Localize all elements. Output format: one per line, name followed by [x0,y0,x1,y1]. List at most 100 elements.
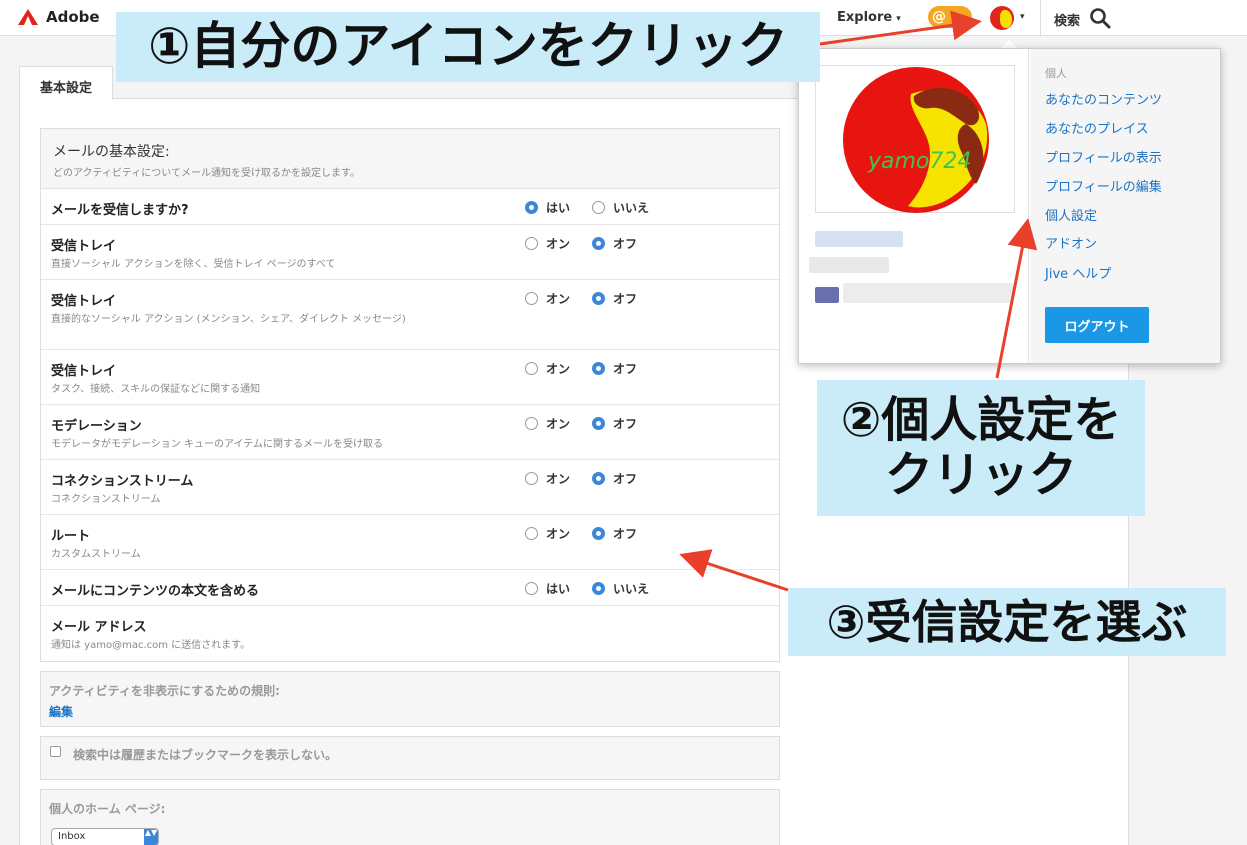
option-label: オフ [613,472,638,486]
option-on[interactable]: オン [525,415,570,432]
radio-button[interactable] [592,292,605,305]
setting-row-route: ルート カスタムストリーム オン オフ [41,515,779,570]
explore-menu[interactable]: Explore ▾ [837,10,901,25]
menu-item-your-places[interactable]: あなたのプレイス [1045,118,1149,137]
hide-rules-box: アクティビティを非表示にするための規則: 編集 [40,671,780,727]
setting-label: モデレーション [51,419,142,434]
option-off[interactable]: オフ [592,290,637,307]
history-checkbox[interactable] [50,746,61,757]
blurred-icon [815,287,839,303]
adobe-logo-icon [18,9,38,25]
option-off[interactable]: オフ [592,470,637,487]
home-page-box: 個人のホーム ページ: Inbox ▲▼ [40,789,780,845]
radio-button[interactable] [525,582,538,595]
blurred-name [815,231,903,247]
option-label: はい [546,582,571,596]
radio-button[interactable] [592,237,605,250]
radio-button[interactable] [525,292,538,305]
dropdown-section-label: 個人 [1045,67,1067,80]
search-label[interactable]: 検索 [1054,10,1080,29]
option-on[interactable]: オン [525,290,570,307]
setting-label: 受信トレイ [51,364,117,379]
option-no[interactable]: いいえ [592,199,649,216]
setting-description: 直接ソーシャル アクションを除く、受信トレイ ページのすべて [51,259,336,270]
option-label: オン [546,417,571,431]
option-on[interactable]: オン [525,235,570,252]
setting-row-moderation: モデレーション モデレータがモデレーション キューのアイテムに関するメールを受け… [41,405,779,460]
setting-label: 受信トレイ [51,239,117,254]
radio-button[interactable] [592,362,605,375]
menu-item-personal-settings[interactable]: 個人設定 [1045,205,1097,224]
chevron-down-icon: ▾ [896,14,901,24]
annotation-step-2-line-1: ②個人設定を [840,391,1122,448]
mail-settings-title: メールの基本設定: [53,144,170,160]
radio-button[interactable] [525,527,538,540]
setting-label: メールを受信しますか? [51,203,189,218]
radio-button[interactable] [592,417,605,430]
option-label: はい [546,201,571,215]
option-label: オフ [613,292,638,306]
profile-avatar[interactable]: yamo724 [815,65,1015,213]
radio-button[interactable] [525,417,538,430]
option-off[interactable]: オフ [592,525,637,542]
tab-basic-settings[interactable]: 基本設定 [19,66,113,100]
radio-button[interactable] [592,527,605,540]
user-avatar-button[interactable] [990,6,1014,30]
option-off[interactable]: オフ [592,360,637,377]
setting-row-receive-mail: メールを受信しますか? はい いいえ [41,189,779,225]
option-yes[interactable]: はい [525,580,570,597]
menu-item-jive-help[interactable]: Jive ヘルプ [1045,263,1111,282]
radio-button[interactable] [592,582,605,595]
annotation-step-1: ①自分のアイコンをクリック [116,12,820,82]
annotation-step-3: ③受信設定を選ぶ [788,588,1226,656]
setting-description: 通知は yamo@mac.com に送信されます。 [51,640,251,651]
radio-button[interactable] [525,201,538,214]
option-off[interactable]: オフ [592,235,637,252]
setting-row-inbox-3: 受信トレイ タスク、接続、スキルの保証などに関する通知 オン オフ [41,350,779,405]
menu-item-view-profile[interactable]: プロフィールの表示 [1045,147,1162,166]
option-label: いいえ [613,201,650,215]
hide-rules-edit-link[interactable]: 編集 [49,703,73,720]
search-icon[interactable] [1088,6,1112,30]
option-label: オフ [613,527,638,541]
explore-label: Explore [837,10,893,25]
option-no[interactable]: いいえ [592,580,649,597]
setting-row-email-address: メール アドレス 通知は yamo@mac.com に送信されます。 [41,606,779,661]
option-yes[interactable]: はい [525,199,570,216]
setting-description: 直接的なソーシャル アクション (メンション、シェア、ダイレクト メッセージ) [51,314,406,325]
radio-button[interactable] [525,237,538,250]
option-on[interactable]: オン [525,470,570,487]
menu-item-edit-profile[interactable]: プロフィールの編集 [1045,176,1162,195]
menu-item-your-content[interactable]: あなたのコンテンツ [1045,89,1162,108]
option-label: オン [546,292,571,306]
setting-label: 受信トレイ [51,294,117,309]
hide-rules-title: アクティビティを非表示にするための規則: [49,684,280,698]
setting-description: モデレータがモデレーション キューのアイテムに関するメールを受け取る [51,439,383,450]
menu-item-addons[interactable]: アドオン [1045,233,1097,252]
setting-row-connection-stream: コネクションストリーム コネクションストリーム オン オフ [41,460,779,515]
mentions-badge[interactable]: @ [928,6,972,28]
radio-button[interactable] [525,362,538,375]
logout-button[interactable]: ログアウト [1045,307,1149,343]
radio-button[interactable] [592,201,605,214]
select-arrows-icon: ▲▼ [144,829,158,845]
brand-name: Adobe [46,8,100,26]
history-box: 検索中は履歴またはブックマークを表示しない。 [40,736,780,780]
option-on[interactable]: オン [525,360,570,377]
select-value: Inbox [58,831,86,842]
setting-label: メールにコンテンツの本文を含める [51,584,260,599]
dropdown-links: 個人 あなたのコンテンツ あなたのプレイス プロフィールの表示 プロフィールの編… [1030,49,1220,363]
option-on[interactable]: オン [525,525,570,542]
mail-settings-subtitle: どのアクティビティについてメール通知を受け取るかを設定します。 [53,168,360,179]
radio-button[interactable] [592,472,605,485]
setting-label: メール アドレス [51,620,147,635]
option-label: オン [546,472,571,486]
avatar-chevron-down-icon[interactable]: ▾ [1020,12,1025,22]
setting-label: コネクションストリーム [51,474,194,489]
blurred-email [843,283,1013,303]
home-page-select[interactable]: Inbox ▲▼ [51,828,159,845]
blurred-username [809,257,889,273]
radio-button[interactable] [525,472,538,485]
adobe-logo[interactable]: Adobe [18,8,100,26]
option-off[interactable]: オフ [592,415,637,432]
